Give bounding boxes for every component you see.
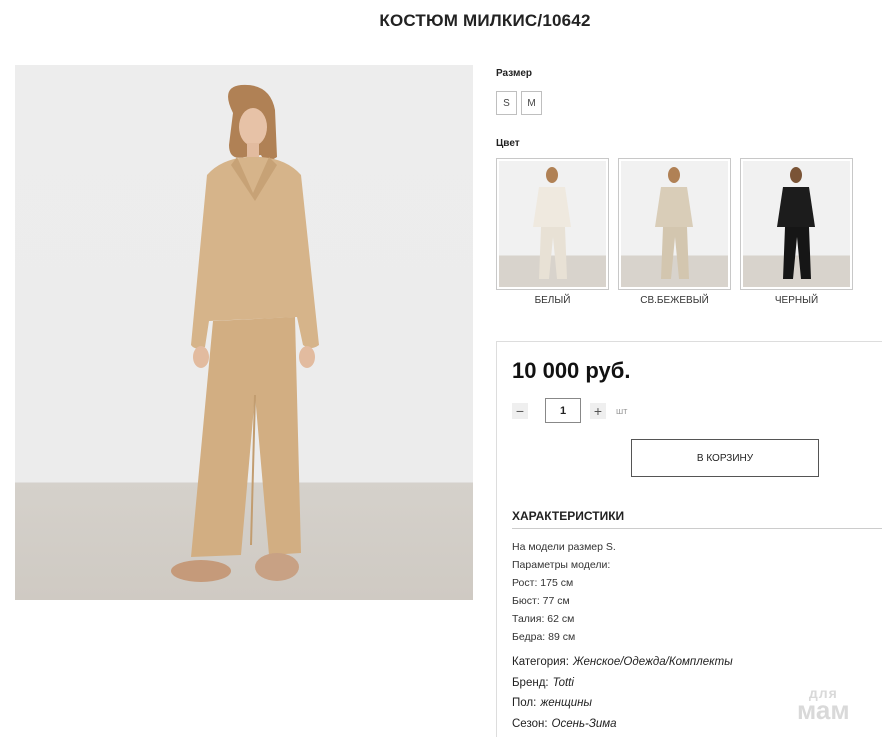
purchase-panel: 10 000 руб. − + шт В КОРЗИНУ ХАРАКТЕРИСТ… (496, 341, 882, 737)
description-line: Рост: 175 см (512, 577, 574, 589)
color-thumbnail (496, 158, 609, 290)
attribute-value-season[interactable]: Осень-Зима (552, 718, 617, 730)
color-label: Цвет (496, 138, 520, 149)
attribute-list: Категория: Женское/Одежда/Комплекты Бренд… (512, 652, 733, 734)
model-thumbnail-white (533, 167, 571, 279)
attribute-key: Категория: (512, 656, 569, 668)
description-line: Параметры модели: (512, 559, 611, 571)
color-option-white[interactable]: БЕЛЫЙ (496, 158, 609, 306)
attribute-row: Пол: женщины (512, 693, 733, 714)
model-thumbnail-beige (655, 167, 693, 279)
color-thumbnail (740, 158, 853, 290)
size-option-s[interactable]: S (496, 91, 517, 115)
description-line: Бюст: 77 см (512, 595, 570, 607)
size-option-m[interactable]: M (521, 91, 542, 115)
product-title: КОСТЮМ МИЛКИС/10642 (379, 11, 591, 30)
description-line: Бедра: 89 см (512, 631, 576, 643)
attribute-key: Пол: (512, 697, 537, 709)
model-illustration (171, 84, 319, 582)
qty-plus-button[interactable]: + (590, 402, 606, 419)
color-option-light-beige[interactable]: СВ.БЕЖЕВЫЙ (618, 158, 731, 306)
description-line: На модели размер S. (512, 541, 616, 553)
qty-input[interactable] (545, 398, 581, 423)
characteristics-heading: ХАРАКТЕРИСТИКИ (512, 509, 882, 529)
attribute-row: Сезон: Осень-Зима (512, 714, 733, 735)
attribute-value-gender[interactable]: женщины (540, 697, 592, 709)
quantity-stepper: − + шт (512, 398, 627, 423)
add-to-cart-button[interactable]: В КОРЗИНУ (631, 439, 819, 477)
main-product-photo[interactable] (15, 65, 473, 600)
watermark-bottom: мам (797, 695, 850, 725)
color-option-black[interactable]: ЧЕРНЫЙ (740, 158, 853, 306)
color-name: БЕЛЫЙ (534, 295, 571, 306)
attribute-value-category[interactable]: Женское/Одежда/Комплекты (573, 656, 733, 668)
attribute-key: Сезон: (512, 717, 548, 730)
attribute-row: Категория: Женское/Одежда/Комплекты (512, 652, 733, 673)
model-thumbnail-black (777, 167, 815, 279)
price: 10 000 руб. (512, 358, 631, 383)
qty-minus-button[interactable]: − (512, 402, 528, 419)
characteristics-description: На модели размер S. Параметры модели: Ро… (512, 538, 616, 646)
size-options: S M (496, 91, 542, 115)
color-thumbnail (618, 158, 731, 290)
size-label: Размер (496, 68, 533, 79)
attribute-row: Бренд: Totti (512, 673, 733, 694)
watermark-logo: для мам (797, 686, 850, 723)
color-options: БЕЛЫЙ СВ.БЕЖЕВЫЙ ЧЕРНЫЙ (496, 158, 853, 306)
description-line: Талия: 62 см (512, 613, 575, 625)
attribute-key: Бренд: (512, 676, 549, 689)
attribute-value-brand[interactable]: Totti (553, 677, 574, 689)
color-name: ЧЕРНЫЙ (774, 295, 819, 306)
color-name: СВ.БЕЖЕВЫЙ (640, 295, 709, 306)
qty-unit: шт (616, 405, 628, 416)
